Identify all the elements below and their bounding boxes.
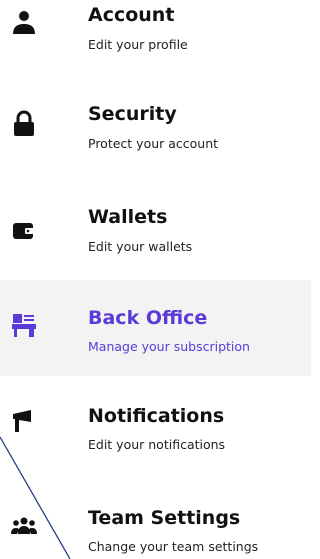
- menu-item-subtitle: Change your team settings: [88, 539, 259, 554]
- menu-item-title: Security: [88, 103, 177, 125]
- menu-item-account[interactable]: Account Edit your profile: [0, 0, 311, 78]
- menu-item-security[interactable]: Security Protect your account: [0, 86, 311, 182]
- lock-icon: [11, 110, 37, 136]
- team-icon: [11, 514, 37, 540]
- menu-item-subtitle: Edit your profile: [88, 37, 188, 52]
- menu-item-wallets[interactable]: Wallets Edit your wallets: [0, 182, 311, 278]
- megaphone-icon: [11, 408, 37, 434]
- menu-item-title: Notifications: [88, 405, 225, 427]
- menu-item-title: Team Settings: [88, 507, 241, 529]
- settings-menu: Account Edit your profile Security Prote…: [0, 0, 311, 559]
- wallet-icon: [11, 218, 37, 244]
- menu-item-title: Back Office: [88, 307, 208, 329]
- menu-item-back-office[interactable]: Back Office Manage your subscription: [0, 280, 311, 376]
- menu-item-notifications[interactable]: Notifications Edit your notifications: [0, 384, 311, 480]
- office-icon: [11, 312, 37, 338]
- menu-item-title: Wallets: [88, 206, 168, 228]
- menu-item-subtitle: Edit your notifications: [88, 437, 226, 452]
- menu-item-subtitle: Manage your subscription: [88, 339, 250, 354]
- menu-item-team-settings[interactable]: Team Settings Change your team settings: [0, 480, 311, 559]
- menu-item-subtitle: Edit your wallets: [88, 239, 193, 254]
- menu-item-subtitle: Protect your account: [88, 136, 219, 151]
- menu-item-title: Account: [88, 4, 175, 26]
- user-icon: [11, 8, 37, 34]
